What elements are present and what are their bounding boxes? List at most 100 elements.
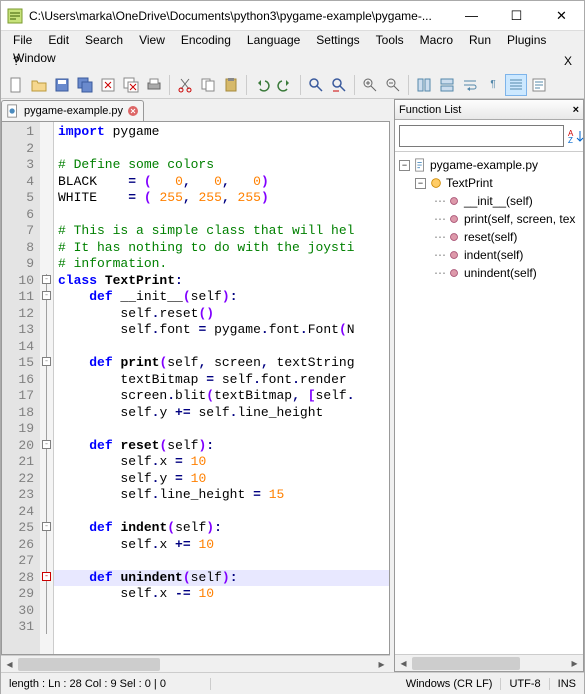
save-button[interactable] bbox=[51, 74, 73, 96]
code-line-21[interactable]: self.x = 10 bbox=[58, 454, 385, 471]
code-line-16[interactable]: textBitmap = self.font.render bbox=[58, 372, 385, 389]
menu-close-x[interactable]: X bbox=[556, 52, 580, 70]
menu-plugins[interactable]: Plugins bbox=[499, 31, 554, 49]
code-line-30[interactable] bbox=[58, 603, 385, 620]
tree-method-3[interactable]: ⋯indent(self) bbox=[397, 246, 581, 264]
show-all-chars-button[interactable]: ¶ bbox=[482, 74, 504, 96]
code-line-2[interactable] bbox=[58, 141, 385, 158]
menu-run[interactable]: Run bbox=[461, 31, 499, 49]
horizontal-scrollbar[interactable]: ◂ ▸ bbox=[1, 655, 390, 672]
open-file-button[interactable] bbox=[28, 74, 50, 96]
redo-button[interactable] bbox=[274, 74, 296, 96]
function-list-tree[interactable]: −pygame-example.py−TextPrint⋯__init__(se… bbox=[395, 152, 583, 654]
func-list-button[interactable] bbox=[528, 74, 550, 96]
code-line-25[interactable]: def indent(self): bbox=[58, 520, 385, 537]
indent-guide-button[interactable] bbox=[505, 74, 527, 96]
menu-tools[interactable]: Tools bbox=[368, 31, 412, 49]
menu-macro[interactable]: Macro bbox=[412, 31, 461, 49]
scroll-left-arrow[interactable]: ◂ bbox=[1, 657, 18, 672]
new-file-button[interactable] bbox=[5, 74, 27, 96]
code-line-6[interactable] bbox=[58, 207, 385, 224]
minimize-button[interactable]: — bbox=[449, 1, 494, 30]
menu-settings[interactable]: Settings bbox=[308, 31, 367, 49]
function-list-close-icon[interactable]: × bbox=[573, 104, 579, 116]
status-mode[interactable]: INS bbox=[550, 678, 584, 690]
tree-class[interactable]: −TextPrint bbox=[397, 174, 581, 192]
find-button[interactable] bbox=[305, 74, 327, 96]
menu-view[interactable]: View bbox=[131, 31, 173, 49]
function-list-title-bar[interactable]: Function List × bbox=[395, 100, 583, 120]
func-scroll-right-arrow[interactable]: ▸ bbox=[566, 656, 583, 671]
menu-edit[interactable]: Edit bbox=[40, 31, 77, 49]
code-line-8[interactable]: # It has nothing to do with the joysti bbox=[58, 240, 385, 257]
code-line-20[interactable]: def reset(self): bbox=[58, 438, 385, 455]
tree-method-4[interactable]: ⋯unindent(self) bbox=[397, 264, 581, 282]
code-line-14[interactable] bbox=[58, 339, 385, 356]
paste-button[interactable] bbox=[220, 74, 242, 96]
fold-column[interactable]: - - - - - - bbox=[40, 122, 54, 654]
editor-body[interactable]: 1234567891011121314151617181920212223242… bbox=[1, 121, 390, 655]
code-line-31[interactable] bbox=[58, 619, 385, 636]
tree-method-0[interactable]: ⋯__init__(self) bbox=[397, 192, 581, 210]
close-file-button[interactable] bbox=[97, 74, 119, 96]
code-line-11[interactable]: def __init__(self): bbox=[58, 289, 385, 306]
code-line-5[interactable]: WHITE = ( 255, 255, 255) bbox=[58, 190, 385, 207]
status-eol[interactable]: Windows (CR LF) bbox=[398, 678, 502, 690]
code-line-22[interactable]: self.y = 10 bbox=[58, 471, 385, 488]
menu-encoding[interactable]: Encoding bbox=[173, 31, 239, 49]
undo-button[interactable] bbox=[251, 74, 273, 96]
code-area[interactable]: import pygame # Define some colorsBLACK =… bbox=[54, 122, 389, 654]
code-line-29[interactable]: self.x -= 10 bbox=[58, 586, 385, 603]
fold-toggle[interactable]: - bbox=[42, 522, 51, 531]
function-list-search-input[interactable] bbox=[399, 125, 564, 147]
code-line-3[interactable]: # Define some colors bbox=[58, 157, 385, 174]
print-button[interactable] bbox=[143, 74, 165, 96]
zoom-in-button[interactable] bbox=[359, 74, 381, 96]
func-horizontal-scrollbar[interactable]: ◂ ▸ bbox=[395, 654, 583, 671]
menu-help[interactable]: ? bbox=[5, 52, 28, 70]
sync-v-button[interactable] bbox=[413, 74, 435, 96]
tab-close-icon[interactable] bbox=[127, 105, 139, 117]
fold-toggle[interactable]: - bbox=[42, 440, 51, 449]
copy-button[interactable] bbox=[197, 74, 219, 96]
replace-button[interactable] bbox=[328, 74, 350, 96]
menu-file[interactable]: File bbox=[5, 31, 40, 49]
wrap-button[interactable] bbox=[459, 74, 481, 96]
code-line-24[interactable] bbox=[58, 504, 385, 521]
menu-search[interactable]: Search bbox=[77, 31, 131, 49]
code-line-13[interactable]: self.font = pygame.font.Font(N bbox=[58, 322, 385, 339]
sync-h-button[interactable] bbox=[436, 74, 458, 96]
scroll-right-arrow[interactable]: ▸ bbox=[373, 657, 390, 672]
fold-toggle[interactable]: - bbox=[42, 275, 51, 284]
code-line-27[interactable] bbox=[58, 553, 385, 570]
menu-language[interactable]: Language bbox=[239, 31, 308, 49]
fold-toggle[interactable]: - bbox=[42, 357, 51, 366]
code-line-10[interactable]: class TextPrint: bbox=[58, 273, 385, 290]
status-encoding[interactable]: UTF-8 bbox=[501, 678, 549, 690]
code-line-28[interactable]: def unindent(self): bbox=[54, 570, 389, 587]
zoom-out-button[interactable] bbox=[382, 74, 404, 96]
close-button[interactable]: ✕ bbox=[539, 1, 584, 30]
code-line-19[interactable] bbox=[58, 421, 385, 438]
cut-button[interactable] bbox=[174, 74, 196, 96]
tree-method-2[interactable]: ⋯reset(self) bbox=[397, 228, 581, 246]
code-line-15[interactable]: def print(self, screen, textString bbox=[58, 355, 385, 372]
sort-button[interactable]: AZ bbox=[568, 125, 584, 147]
fold-toggle[interactable]: - bbox=[42, 572, 51, 581]
code-line-26[interactable]: self.x += 10 bbox=[58, 537, 385, 554]
maximize-button[interactable]: ☐ bbox=[494, 1, 539, 30]
func-scroll-left-arrow[interactable]: ◂ bbox=[395, 656, 412, 671]
tree-method-1[interactable]: ⋯print(self, screen, tex bbox=[397, 210, 581, 228]
tree-file[interactable]: −pygame-example.py bbox=[397, 156, 581, 174]
code-line-4[interactable]: BLACK = ( 0, 0, 0) bbox=[58, 174, 385, 191]
code-line-12[interactable]: self.reset() bbox=[58, 306, 385, 323]
tab-active[interactable]: pygame-example.py bbox=[1, 100, 144, 121]
code-line-23[interactable]: self.line_height = 15 bbox=[58, 487, 385, 504]
code-line-9[interactable]: # information. bbox=[58, 256, 385, 273]
code-line-17[interactable]: screen.blit(textBitmap, [self. bbox=[58, 388, 385, 405]
fold-toggle[interactable]: - bbox=[42, 291, 51, 300]
save-all-button[interactable] bbox=[74, 74, 96, 96]
code-line-1[interactable]: import pygame bbox=[58, 124, 385, 141]
close-all-button[interactable] bbox=[120, 74, 142, 96]
code-line-18[interactable]: self.y += self.line_height bbox=[58, 405, 385, 422]
